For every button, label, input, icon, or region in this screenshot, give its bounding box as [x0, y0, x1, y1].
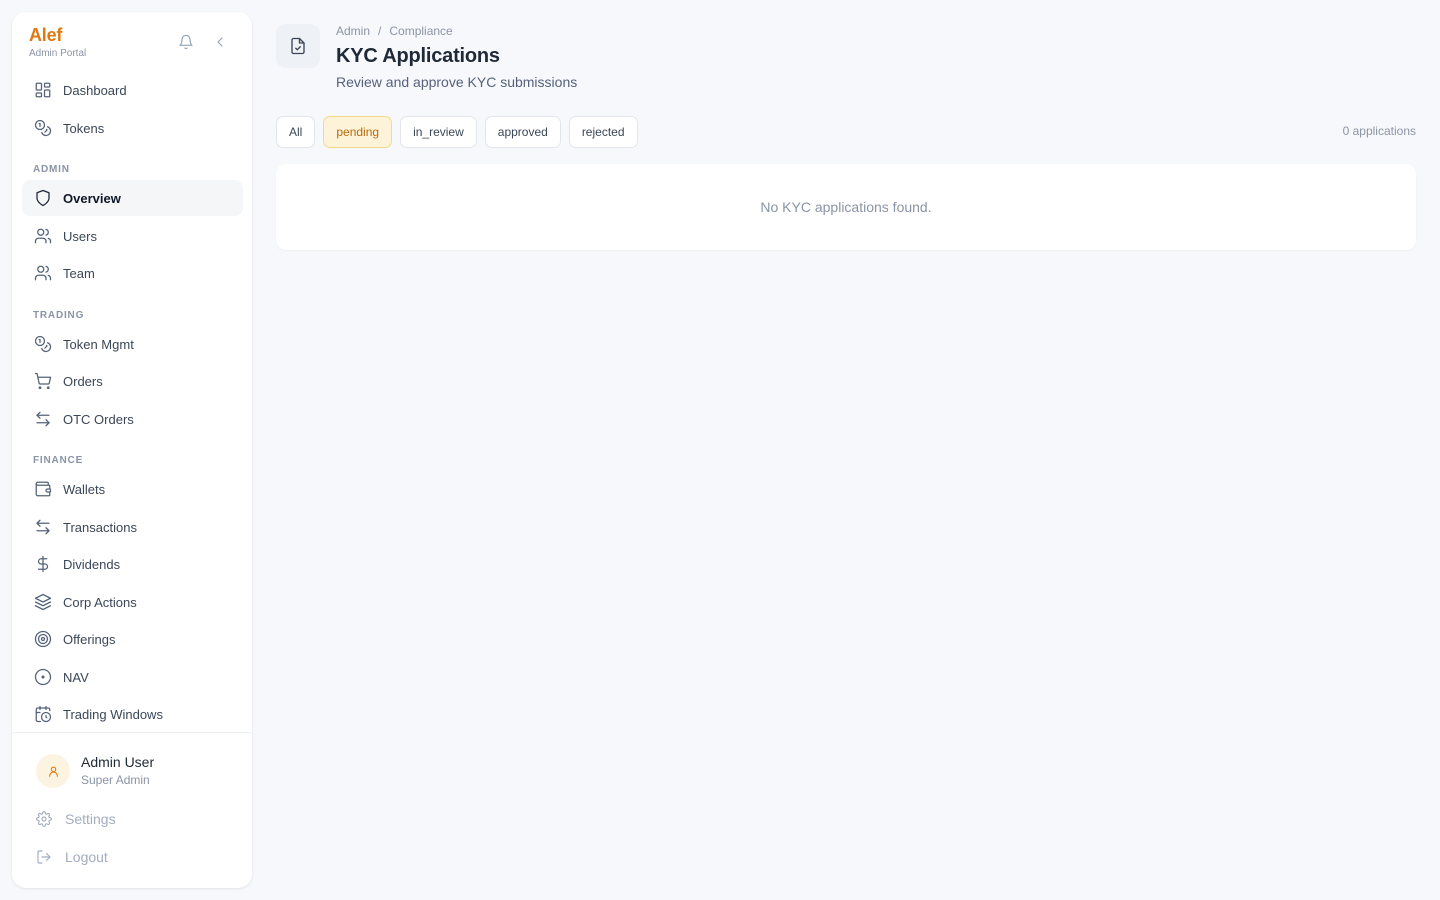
filter-rejected[interactable]: rejected	[568, 116, 638, 148]
sidebar-item-label: Trading Windows	[63, 706, 163, 722]
sidebar-item-orders[interactable]: Orders	[22, 363, 243, 399]
user-profile[interactable]: Admin User Super Admin	[36, 754, 154, 788]
page-title: KYC Applications	[336, 45, 500, 67]
sidebar-item-corp-actions[interactable]: Corp Actions	[22, 584, 243, 620]
sidebar: Alef Admin Portal Dashboard Tokens ADMIN…	[12, 12, 252, 888]
sidebar-item-label: Dividends	[63, 556, 121, 572]
layers-icon	[34, 593, 52, 611]
sidebar-item-team[interactable]: Team	[22, 255, 243, 291]
users-icon	[34, 227, 52, 245]
sidebar-item-overview[interactable]: Overview	[22, 180, 243, 216]
brand-subtitle: Admin Portal	[29, 48, 87, 59]
sidebar-item-label: Wallets	[63, 481, 106, 497]
sidebar-item-dividends[interactable]: Dividends	[22, 546, 243, 582]
sidebar-item-tokens[interactable]: Tokens	[22, 110, 243, 146]
chevron-left-icon[interactable]	[210, 32, 230, 52]
avatar	[36, 754, 70, 788]
brand-name: Alef	[29, 25, 63, 45]
breadcrumb-separator: /	[378, 24, 382, 38]
filter-pending[interactable]: pending	[323, 116, 393, 148]
sidebar-item-label: Offerings	[63, 631, 116, 647]
section-label-finance: FINANCE	[33, 455, 84, 466]
sidebar-item-label: Corp Actions	[63, 594, 137, 610]
logout-label: Logout	[65, 849, 108, 865]
sidebar-item-label: NAV	[63, 669, 89, 685]
sidebar-item-label: Token Mgmt	[63, 336, 134, 352]
dashboard-icon	[34, 81, 52, 99]
sidebar-item-dashboard[interactable]: Dashboard	[22, 72, 243, 108]
sidebar-item-trading-windows[interactable]: Trading Windows	[22, 696, 243, 732]
circle-dot-icon	[34, 668, 52, 686]
breadcrumb-compliance[interactable]: Compliance	[389, 24, 452, 38]
sidebar-item-label: Users	[63, 228, 97, 244]
wallet-icon	[34, 480, 52, 498]
status-filter-bar: All pending in_review approved rejected	[276, 116, 638, 148]
section-label-trading: TRADING	[33, 310, 85, 321]
sidebar-item-label: Orders	[63, 373, 103, 389]
target-icon	[34, 630, 52, 648]
applications-list: No KYC applications found.	[276, 164, 1416, 250]
sidebar-item-label: Team	[63, 265, 95, 281]
arrows-icon	[34, 518, 52, 536]
sidebar-item-wallets[interactable]: Wallets	[22, 471, 243, 507]
filter-in-review[interactable]: in_review	[400, 116, 477, 148]
dollar-icon	[34, 555, 52, 573]
sidebar-item-label: OTC Orders	[63, 411, 134, 427]
sidebar-item-label: Tokens	[63, 120, 105, 136]
user-role: Super Admin	[81, 773, 150, 787]
file-check-icon	[276, 24, 320, 68]
user-name: Admin User	[81, 754, 155, 770]
sidebar-item-otc-orders[interactable]: OTC Orders	[22, 401, 243, 437]
logout-button[interactable]: Logout	[36, 845, 108, 869]
sidebar-item-users[interactable]: Users	[22, 218, 243, 254]
filter-all[interactable]: All	[276, 116, 316, 148]
coins-icon	[34, 335, 52, 353]
brand: Alef Admin Portal	[29, 25, 86, 60]
settings-button[interactable]: Settings	[36, 807, 116, 831]
sidebar-item-offerings[interactable]: Offerings	[22, 621, 243, 657]
filter-approved[interactable]: approved	[484, 116, 561, 148]
sidebar-divider	[12, 732, 252, 733]
sidebar-item-transactions[interactable]: Transactions	[22, 509, 243, 545]
sidebar-item-nav[interactable]: NAV	[22, 659, 243, 695]
settings-label: Settings	[65, 811, 116, 827]
breadcrumb: Admin / Compliance	[336, 24, 453, 38]
team-icon	[34, 264, 52, 282]
sidebar-item-label: Dashboard	[63, 82, 127, 98]
gear-icon	[36, 811, 52, 827]
breadcrumb-admin[interactable]: Admin	[336, 24, 370, 38]
sidebar-item-label: Overview	[63, 190, 121, 206]
coins-icon	[34, 119, 52, 137]
empty-state-message: No KYC applications found.	[760, 199, 932, 215]
section-label-admin: ADMIN	[33, 164, 70, 175]
page-subtitle: Review and approve KYC submissions	[336, 74, 578, 90]
user-icon	[48, 766, 58, 777]
bell-icon[interactable]	[176, 32, 196, 52]
shield-icon	[34, 189, 52, 207]
arrows-icon	[34, 410, 52, 428]
cart-icon	[34, 372, 52, 390]
sidebar-item-label: Transactions	[63, 519, 137, 535]
applications-count: 0 applications	[1342, 124, 1416, 138]
sidebar-item-token-mgmt[interactable]: Token Mgmt	[22, 326, 243, 362]
logout-icon	[37, 850, 51, 864]
calendar-clock-icon	[34, 705, 52, 723]
